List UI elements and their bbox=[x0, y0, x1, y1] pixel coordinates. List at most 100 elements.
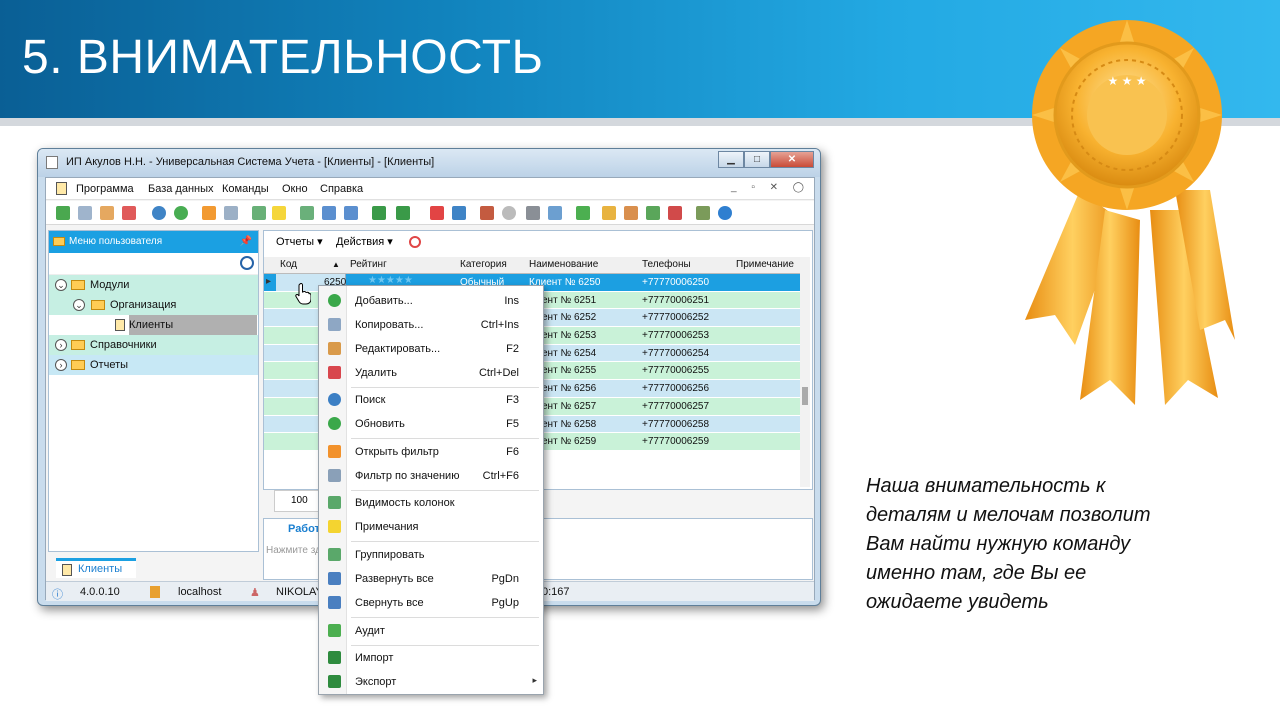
folder-icon bbox=[71, 360, 85, 370]
reports-dropdown[interactable]: Отчеты ▾ bbox=[276, 231, 323, 253]
new-window-icon[interactable] bbox=[430, 206, 444, 220]
slide: 5. ВНИМАТЕЛЬНОСТЬ ★ ★ ★ Наша внимательно… bbox=[0, 0, 1280, 720]
note-icon[interactable] bbox=[272, 206, 286, 220]
column-header-phones[interactable]: Телефоны bbox=[642, 259, 691, 270]
tree-label: Организация bbox=[110, 299, 177, 311]
database-icon bbox=[150, 586, 160, 598]
menu-item-delete[interactable]: Удалить Ctrl+Del bbox=[319, 362, 543, 384]
copy-icon[interactable] bbox=[78, 206, 92, 220]
import-icon[interactable] bbox=[372, 206, 386, 220]
tree-item-references[interactable]: › Справочники bbox=[49, 335, 258, 355]
document-icon bbox=[62, 564, 72, 576]
info-icon[interactable] bbox=[718, 206, 732, 220]
search-icon[interactable] bbox=[240, 256, 254, 270]
close-button[interactable]: ✕ bbox=[770, 151, 814, 168]
tree-label: Отчеты bbox=[90, 359, 129, 371]
mdi-window-controls[interactable]: _ ▫ ✕ ◯ bbox=[731, 182, 810, 193]
menu-item-refresh[interactable]: Обновить F5 bbox=[319, 413, 543, 435]
menu-search[interactable] bbox=[49, 253, 258, 275]
search-icon[interactable] bbox=[152, 206, 166, 220]
export-icon[interactable] bbox=[396, 206, 410, 220]
column-header-code[interactable]: Код bbox=[280, 259, 297, 270]
menu-item-add[interactable]: Добавить... Ins bbox=[319, 290, 543, 312]
filter-value-icon[interactable] bbox=[224, 206, 238, 220]
column-header-note[interactable]: Примечание bbox=[736, 259, 794, 270]
menu-help[interactable]: Справка bbox=[320, 183, 363, 195]
menu-database[interactable]: База данных bbox=[148, 183, 214, 195]
tree-item-reports[interactable]: › Отчеты bbox=[49, 355, 258, 375]
svg-text:★ ★ ★: ★ ★ ★ bbox=[1108, 74, 1147, 88]
window-title: ИП Акулов Н.Н. - Универсальная Система У… bbox=[66, 156, 435, 168]
column-header-rating[interactable]: Рейтинг bbox=[350, 259, 387, 270]
column-header-name[interactable]: Наименование bbox=[529, 259, 598, 270]
menu-item-edit[interactable]: Редактировать... F2 bbox=[319, 338, 543, 360]
status-server: localhost bbox=[178, 586, 222, 598]
menu-separator bbox=[351, 438, 539, 439]
cell-phone: +77770006250 bbox=[642, 277, 710, 288]
add-icon[interactable] bbox=[56, 206, 70, 220]
menu-item-expand-all[interactable]: Развернуть все PgDn bbox=[319, 568, 543, 590]
disabled-icon[interactable] bbox=[502, 206, 516, 220]
menu-item-import[interactable]: Импорт bbox=[319, 647, 543, 669]
menu-item-filter-by-value[interactable]: Фильтр по значению Ctrl+F6 bbox=[319, 465, 543, 487]
tree-item-organization[interactable]: ⌄ Организация bbox=[49, 295, 258, 315]
columns-icon[interactable] bbox=[252, 206, 266, 220]
tree-item-modules[interactable]: ⌄ Модули bbox=[49, 275, 258, 295]
window-titlebar[interactable]: ИП Акулов Н.Н. - Универсальная Система У… bbox=[38, 149, 820, 177]
menu-item-export[interactable]: Экспорт ▸ bbox=[319, 671, 543, 693]
exit-icon[interactable] bbox=[480, 206, 494, 220]
menu-item-audit[interactable]: Аудит bbox=[319, 620, 543, 642]
settings-icon[interactable] bbox=[548, 206, 562, 220]
menu-item-notes[interactable]: Примечания bbox=[319, 516, 543, 538]
menu-item-open-filter[interactable]: Открыть фильтр F6 bbox=[319, 441, 543, 463]
refresh-icon[interactable] bbox=[174, 206, 188, 220]
grid-scrollbar[interactable] bbox=[800, 257, 810, 487]
collapse-all-icon[interactable] bbox=[344, 206, 358, 220]
menu-item-group[interactable]: Группировать bbox=[319, 544, 543, 566]
tab-clients[interactable]: Клиенты bbox=[56, 558, 136, 578]
cell-phone: +77770006254 bbox=[642, 347, 710, 359]
menu-item-copy[interactable]: Копировать... Ctrl+Ins bbox=[319, 314, 543, 336]
edit-icon[interactable] bbox=[100, 206, 114, 220]
menu-separator bbox=[351, 541, 539, 542]
tools-icon[interactable] bbox=[526, 206, 540, 220]
lock-icon[interactable] bbox=[602, 206, 616, 220]
expand-icon[interactable]: › bbox=[55, 339, 67, 351]
audit-icon[interactable] bbox=[576, 206, 590, 220]
menu-commands[interactable]: Команды bbox=[222, 183, 269, 195]
status-version: 4.0.0.10 bbox=[80, 586, 120, 598]
maximize-button[interactable]: □ bbox=[744, 151, 770, 168]
tree-item-clients[interactable]: Клиенты bbox=[49, 315, 258, 335]
users-icon[interactable] bbox=[646, 206, 660, 220]
menu-program[interactable]: Программа bbox=[76, 183, 134, 195]
cell-name: ент № 6259 bbox=[542, 436, 597, 448]
window-icon[interactable] bbox=[452, 206, 466, 220]
tab-work[interactable]: Работ bbox=[268, 523, 320, 535]
hand-cursor-icon bbox=[295, 283, 311, 305]
grid-toolbar: Отчеты ▾ Действия ▾ bbox=[264, 231, 812, 253]
folder-icon bbox=[53, 237, 65, 246]
delete-icon[interactable] bbox=[122, 206, 136, 220]
menu-window[interactable]: Окно bbox=[282, 183, 308, 195]
minimize-button[interactable]: ▁ bbox=[718, 151, 744, 168]
actions-dropdown[interactable]: Действия ▾ bbox=[336, 231, 393, 253]
plugin-icon[interactable] bbox=[668, 206, 682, 220]
scrollbar-thumb[interactable] bbox=[802, 387, 808, 405]
cell-phone: +77770006255 bbox=[642, 365, 710, 377]
book-icon[interactable] bbox=[696, 206, 710, 220]
menu-item-column-visibility[interactable]: Видимость колонок bbox=[319, 492, 543, 514]
cell-name: ент № 6258 bbox=[542, 418, 597, 430]
user-icon[interactable] bbox=[624, 206, 638, 220]
column-header-category[interactable]: Категория bbox=[460, 259, 507, 270]
filter-icon[interactable] bbox=[202, 206, 216, 220]
collapse-icon[interactable]: ⌄ bbox=[73, 299, 85, 311]
stop-icon[interactable] bbox=[409, 236, 421, 248]
menu-item-collapse-all[interactable]: Свернуть все PgUp bbox=[319, 592, 543, 614]
group-icon[interactable] bbox=[300, 206, 314, 220]
user-menu-header: Меню пользователя 📌 bbox=[49, 231, 258, 253]
expand-all-icon[interactable] bbox=[322, 206, 336, 220]
pin-icon[interactable]: 📌 bbox=[240, 231, 252, 253]
expand-icon[interactable]: › bbox=[55, 359, 67, 371]
menu-item-search[interactable]: Поиск F3 bbox=[319, 389, 543, 411]
collapse-icon[interactable]: ⌄ bbox=[55, 279, 67, 291]
